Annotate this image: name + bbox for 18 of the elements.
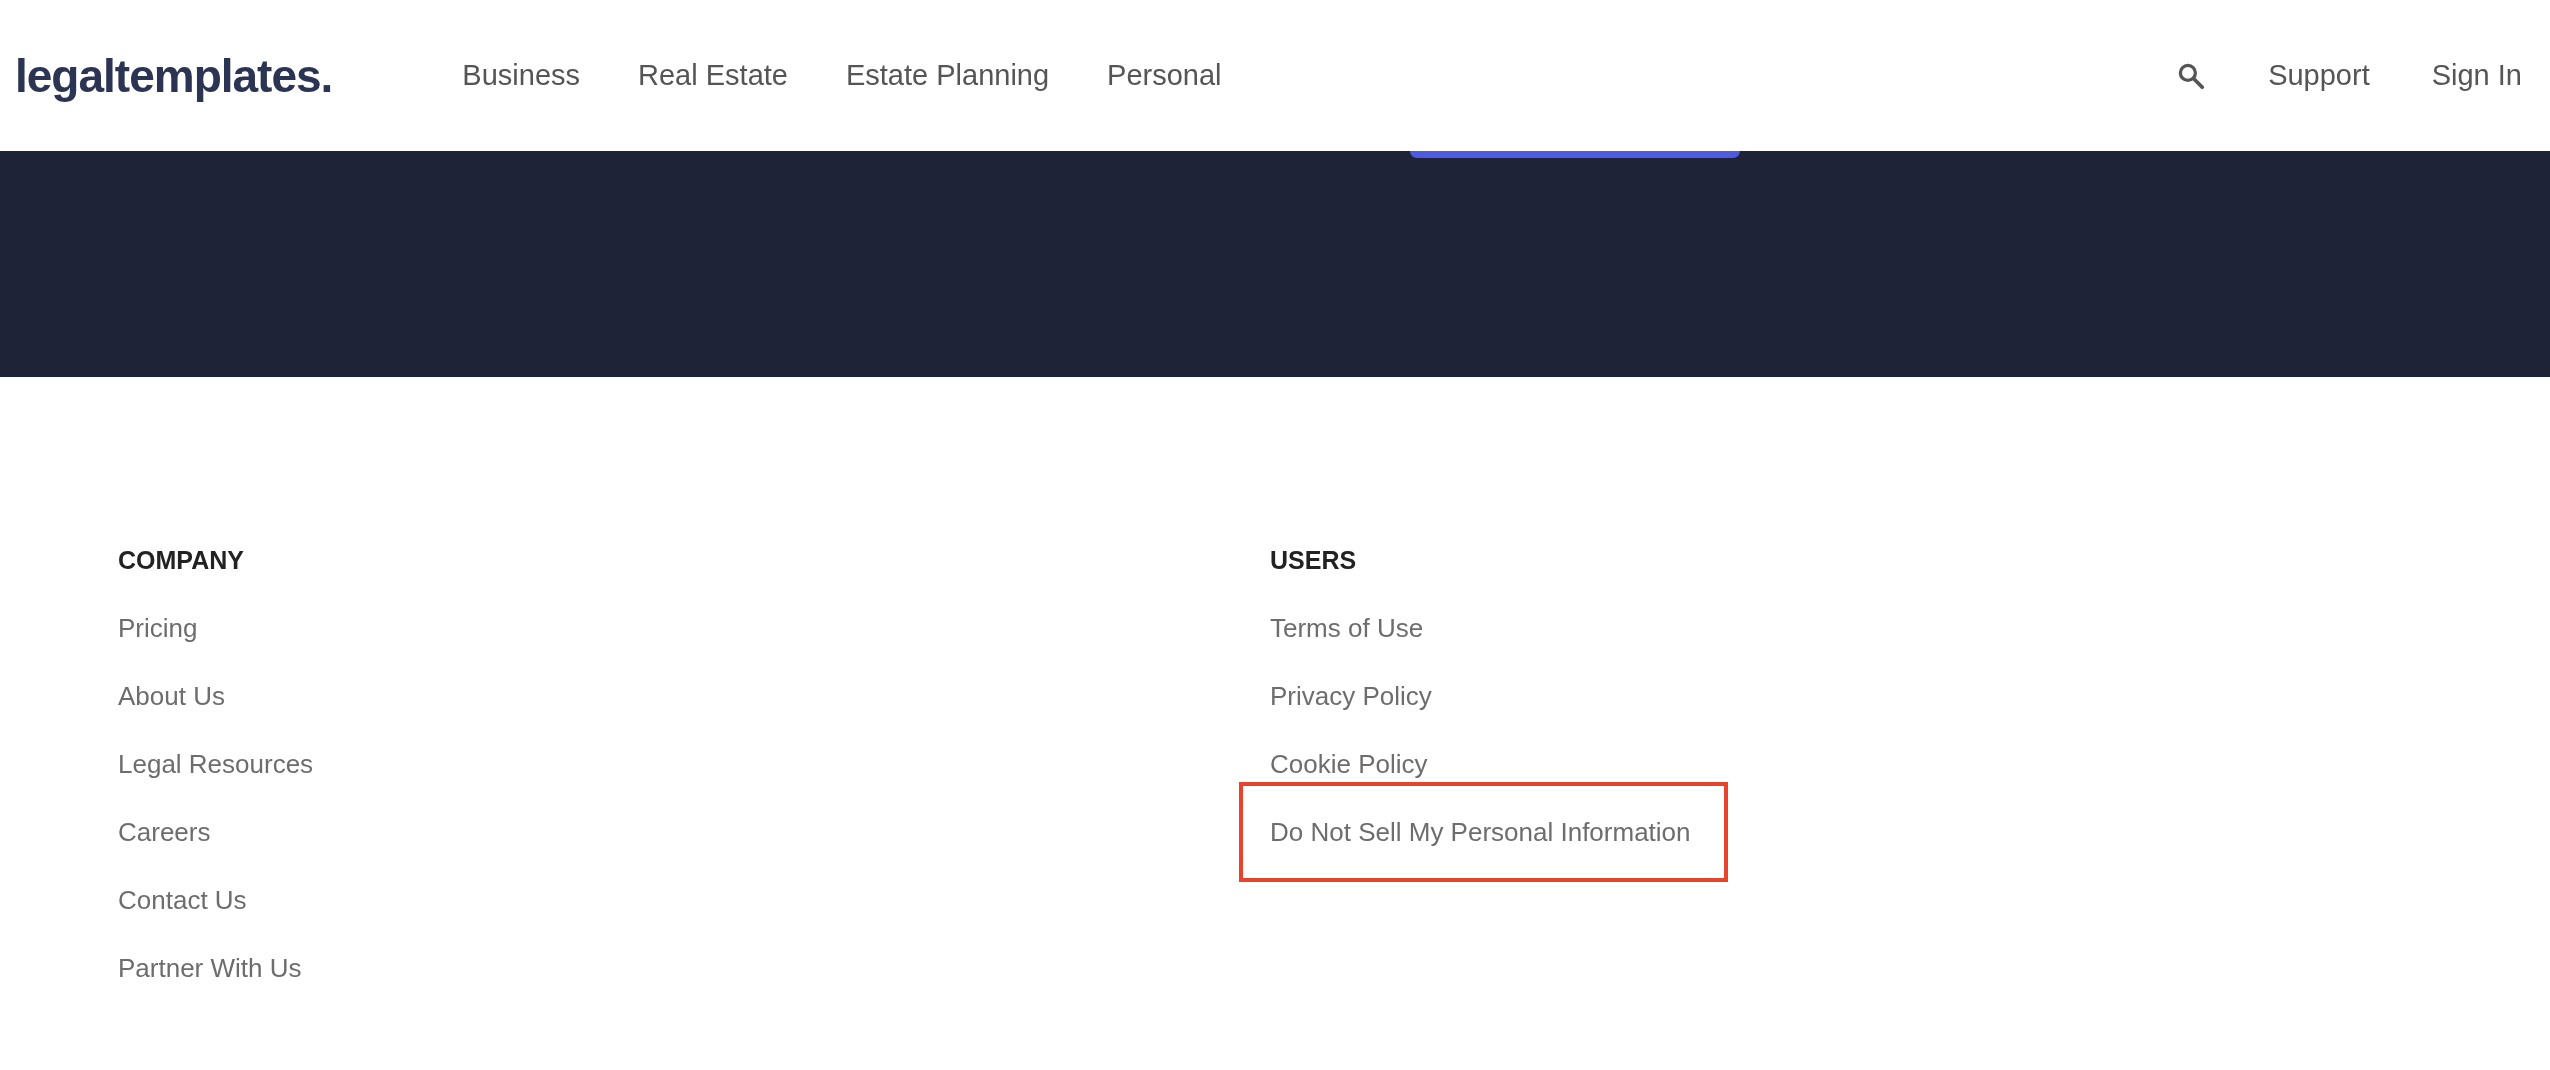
nav-link[interactable]: Estate Planning	[845, 59, 1050, 92]
footer-link[interactable]: Pricing	[118, 607, 198, 649]
header-link[interactable]: Support	[2268, 59, 2370, 92]
logo[interactable]: legaltemplates.	[15, 48, 333, 103]
nav-link[interactable]: Real Estate	[638, 59, 788, 92]
footer-link[interactable]: Contact Us	[118, 879, 247, 921]
header-link[interactable]: Sign In	[2431, 59, 2522, 92]
footer-link[interactable]: Legal Resources	[118, 743, 314, 785]
column-heading: USERS	[1270, 545, 1357, 576]
column-heading: COMPANY	[118, 545, 244, 576]
footer-link[interactable]: Privacy Policy	[1270, 675, 1432, 717]
nav-link[interactable]: Business	[462, 59, 581, 92]
footer-link[interactable]: Cookie Policy	[1270, 743, 1428, 785]
footer-link[interactable]: Terms of Use	[1270, 607, 1424, 649]
footer-link[interactable]: About Us	[118, 675, 225, 717]
footer-link[interactable]: Careers	[118, 811, 211, 853]
nav-link[interactable]: Personal	[1107, 59, 1222, 92]
footer-link[interactable]: Partner With Us	[118, 947, 302, 989]
